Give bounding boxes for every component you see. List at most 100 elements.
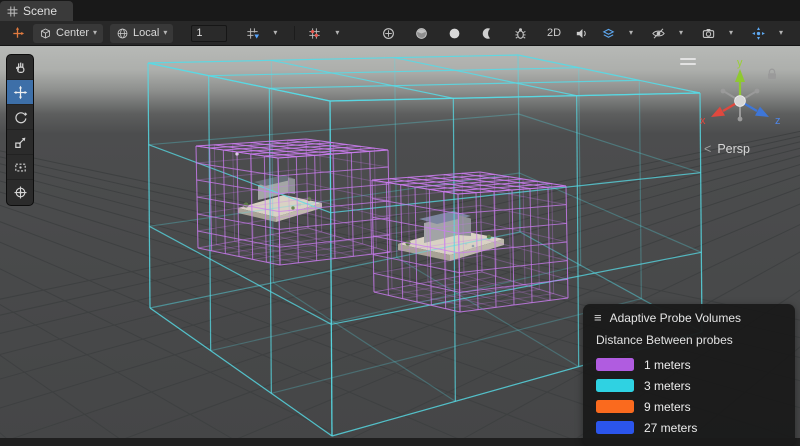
draw-mode-button[interactable]	[377, 23, 399, 43]
legend-item-label: 3 meters	[644, 379, 691, 393]
pivot-mode-dropdown[interactable]: Center ▾	[33, 24, 103, 43]
legend-item: 3 meters	[583, 375, 795, 396]
legend-subtitle: Distance Between probes	[583, 331, 795, 354]
chevron-down-icon: ▾	[629, 29, 633, 37]
apv-legend-panel: ≡ Adaptive Probe Volumes Distance Betwee…	[583, 304, 795, 446]
gizmos-group: ▾	[747, 23, 792, 43]
rotate-icon	[13, 110, 28, 125]
scene-camera-button[interactable]	[697, 23, 719, 43]
legend-swatch	[596, 358, 634, 371]
active-tool-settings-button[interactable]	[6, 23, 28, 43]
light-circle-button[interactable]	[443, 23, 465, 43]
night-mode-button[interactable]	[476, 23, 498, 43]
move-icon	[13, 85, 28, 100]
y-axis-handle[interactable]	[735, 69, 745, 82]
grid-snapping-group: ▾	[241, 23, 286, 43]
scene-viewport[interactable]: y x z < Persp ≡ Adaptive Probe Volumes D…	[0, 46, 800, 446]
projection-toggle[interactable]: < Persp	[704, 142, 750, 156]
legend-header[interactable]: ≡ Adaptive Probe Volumes	[583, 304, 795, 331]
legend-item-label: 27 meters	[644, 421, 697, 435]
effects-dropdown[interactable]: ▾	[620, 23, 642, 43]
transform-icon	[13, 185, 28, 200]
chevron-down-icon: ▾	[273, 29, 277, 37]
x-axis-handle[interactable]	[711, 107, 725, 117]
menu-icon[interactable]: ≡	[594, 310, 602, 325]
scene-tab-label: Scene	[23, 4, 57, 18]
chevron-left-icon: <	[704, 142, 711, 156]
chevron-down-icon: ▾	[779, 29, 783, 37]
legend-item: 9 meters	[583, 396, 795, 417]
cube-icon	[39, 27, 52, 40]
axis-negative-handle[interactable]	[738, 117, 743, 122]
bug-icon	[513, 26, 528, 41]
2d-view-button[interactable]: 2D	[543, 23, 565, 43]
hand-icon	[13, 60, 28, 75]
gizmo-target-icon	[751, 26, 766, 41]
chevron-down-icon: ▾	[679, 29, 683, 37]
view-hand-tool-button[interactable]	[7, 55, 33, 80]
scene-toolbar: Center ▾ Local ▾ ▾	[0, 21, 800, 46]
rect-tool-button[interactable]	[7, 155, 33, 180]
grid-icon	[7, 6, 18, 17]
unity-scene-view: Scene Center ▾ Local	[0, 0, 800, 446]
gizmos-dropdown[interactable]: ▾	[770, 23, 792, 43]
crescent-moon-icon	[480, 26, 495, 41]
filled-circle-icon	[447, 26, 462, 41]
lighting-toggle-button[interactable]	[410, 23, 432, 43]
speaker-icon	[574, 26, 589, 41]
orientation-dropdown[interactable]: Local ▾	[110, 24, 173, 43]
legend-swatch	[596, 400, 634, 413]
pivot-mode-label: Center	[56, 27, 89, 39]
legend-swatch	[596, 421, 634, 434]
tools-overlay	[6, 54, 34, 206]
z-axis-handle[interactable]	[755, 107, 769, 117]
chevron-down-icon: ▾	[163, 29, 167, 37]
scale-tool-button[interactable]	[7, 130, 33, 155]
transform-tool-button[interactable]	[7, 180, 33, 205]
move-tool-button[interactable]	[7, 80, 33, 105]
2d-view-label: 2D	[547, 27, 561, 39]
debug-bug-button[interactable]	[509, 23, 531, 43]
effects-toggle-button[interactable]	[597, 23, 619, 43]
axis-negative-handle[interactable]	[721, 89, 726, 94]
globe-icon	[116, 27, 129, 40]
increment-snap-icon	[307, 26, 322, 41]
visibility-group: ▾	[647, 23, 692, 43]
legend-item: 1 meters	[583, 354, 795, 375]
tab-bar: Scene	[0, 0, 800, 21]
snap-increment-input[interactable]	[191, 25, 227, 42]
eye-slash-icon	[651, 26, 666, 41]
rotate-tool-button[interactable]	[7, 105, 33, 130]
legend-item-label: 1 meters	[644, 358, 691, 372]
chevron-down-icon: ▾	[335, 29, 339, 37]
legend-title: Adaptive Probe Volumes	[610, 311, 741, 325]
snap-increment-group: ▾	[303, 23, 348, 43]
gizmo-center-handle[interactable]	[735, 96, 746, 107]
chevron-down-icon: ▾	[93, 29, 97, 37]
gizmos-toggle-button[interactable]	[747, 23, 769, 43]
grid-snapping-dropdown[interactable]: ▾	[264, 23, 286, 43]
camera-dropdown[interactable]: ▾	[720, 23, 742, 43]
camera-icon	[701, 26, 716, 41]
shaded-sphere-icon	[414, 26, 429, 41]
scene-visibility-button[interactable]	[647, 23, 669, 43]
visibility-dropdown[interactable]: ▾	[670, 23, 692, 43]
x-axis-label: x	[700, 115, 706, 127]
gizmo-lock-icon[interactable]	[766, 68, 778, 81]
legend-swatch	[596, 379, 634, 392]
increment-snap-button[interactable]	[303, 23, 325, 43]
chevron-down-icon: ▾	[729, 29, 733, 37]
effects-group: ▾	[597, 23, 642, 43]
axis-negative-handle[interactable]	[755, 89, 760, 94]
scene-tab[interactable]: Scene	[0, 1, 73, 21]
grid-snapping-button[interactable]	[241, 23, 263, 43]
view-options-cluster	[377, 23, 531, 43]
layers-icon	[601, 26, 616, 41]
legend-item: 27 meters	[583, 417, 795, 438]
legend-item-label: 9 meters	[644, 400, 691, 414]
projection-label: Persp	[717, 142, 750, 156]
toolbar-separator	[294, 26, 295, 40]
z-axis-label: z	[775, 115, 781, 127]
audio-toggle-button[interactable]	[570, 23, 592, 43]
increment-snap-dropdown[interactable]: ▾	[326, 23, 348, 43]
